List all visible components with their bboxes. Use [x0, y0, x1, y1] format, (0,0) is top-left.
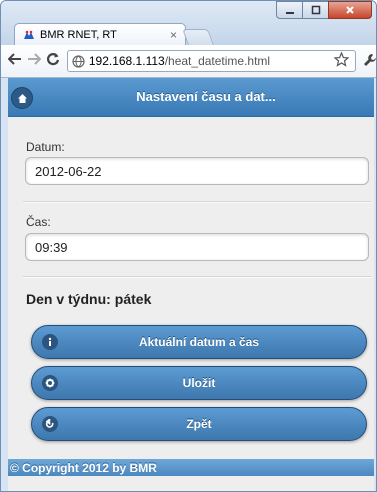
weekday-display: Den v týdnu: pátek — [26, 291, 151, 307]
page-title: Nastavení času a dat... — [136, 89, 276, 104]
close-window-button[interactable] — [328, 1, 372, 19]
wrench-icon[interactable] — [362, 52, 376, 71]
tab-close-icon[interactable]: × — [170, 28, 177, 42]
gear-icon — [42, 375, 58, 391]
globe-icon — [72, 54, 86, 68]
info-icon — [42, 334, 58, 350]
browser-toolbar: 192.168.1.113 /heat_datetime.html — [1, 45, 376, 78]
divider — [23, 201, 371, 203]
address-bar[interactable]: 192.168.1.113 /heat_datetime.html — [66, 50, 357, 72]
save-button[interactable]: Uložit — [31, 366, 367, 400]
url-host: 192.168.1.113 — [88, 54, 165, 68]
date-field[interactable]: 2012-06-22 — [25, 157, 369, 185]
divider — [23, 276, 371, 278]
minimize-button[interactable] — [276, 1, 302, 19]
minimize-icon — [285, 12, 294, 14]
reload-icon[interactable] — [44, 52, 63, 71]
title-bar: BMR RNET, RT × — [1, 1, 376, 45]
back-arrow-icon[interactable] — [5, 52, 24, 70]
bookmark-star-icon[interactable] — [333, 50, 350, 71]
new-tab-button[interactable] — [182, 29, 214, 45]
browser-window: BMR RNET, RT × 192.168.1.113 /heat_datet… — [0, 0, 377, 492]
back-label: Zpět — [186, 417, 212, 431]
forward-arrow-icon[interactable] — [24, 52, 43, 70]
tab-title: BMR RNET, RT — [40, 28, 117, 41]
bmr-favicon-icon — [23, 29, 35, 41]
back-button[interactable]: Zpět — [31, 407, 367, 441]
maximize-button[interactable] — [302, 1, 328, 19]
home-button[interactable] — [11, 87, 33, 109]
page-footer: © Copyright 2012 by BMR — [8, 459, 374, 476]
page-content: Nastavení času a dat... Datum: 2012-06-2… — [8, 78, 374, 491]
browser-tab[interactable]: BMR RNET, RT × — [14, 23, 186, 45]
weekday-label: Den v týdnu: — [26, 291, 111, 307]
current-datetime-button[interactable]: Aktuální datum a čas — [31, 325, 367, 359]
home-icon — [17, 93, 27, 103]
window-controls — [276, 1, 372, 19]
page-header: Nastavení času a dat... — [8, 78, 374, 117]
back-arrow-icon — [42, 416, 58, 432]
save-label: Uložit — [182, 376, 216, 390]
date-label: Datum: — [26, 140, 65, 154]
time-label: Čas: — [26, 215, 51, 229]
current-datetime-label: Aktuální datum a čas — [138, 335, 260, 349]
close-icon — [346, 6, 354, 14]
time-field[interactable]: 09:39 — [25, 233, 369, 261]
maximize-icon — [311, 5, 320, 15]
weekday-value: pátek — [114, 291, 152, 307]
url-path: /heat_datetime.html — [164, 54, 271, 68]
